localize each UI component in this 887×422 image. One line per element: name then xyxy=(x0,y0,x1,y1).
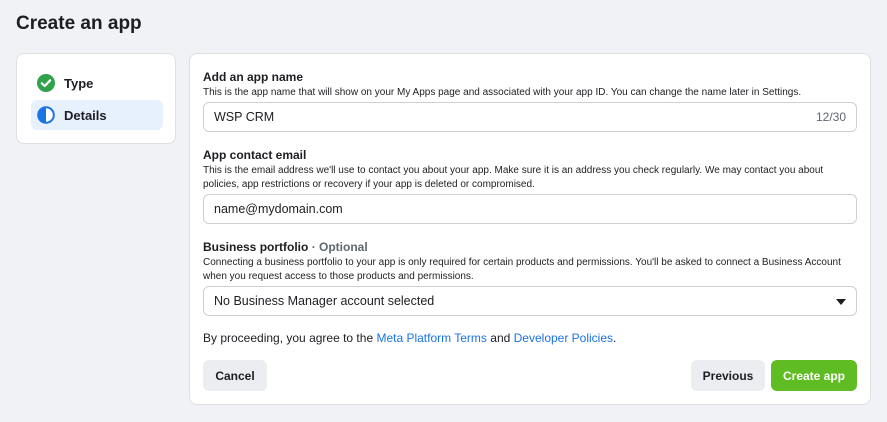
app-name-input[interactable] xyxy=(214,110,816,124)
agreement-prefix: By proceeding, you agree to the xyxy=(203,331,377,345)
create-app-button[interactable]: Create app xyxy=(771,360,857,391)
business-portfolio-value: No Business Manager account selected xyxy=(214,294,435,308)
step-details[interactable]: Details xyxy=(31,100,163,130)
agreement-suffix: . xyxy=(613,331,617,345)
business-portfolio-help: Connecting a business portfolio to your … xyxy=(203,257,841,282)
business-portfolio-label-text: Business portfolio xyxy=(203,240,309,254)
contact-email-label: App contact email xyxy=(203,148,307,162)
details-form: Add an app name This is the app name tha… xyxy=(189,53,871,405)
half-circle-icon xyxy=(37,106,55,124)
app-name-label: Add an app name xyxy=(203,70,304,84)
meta-platform-terms-link[interactable]: Meta Platform Terms xyxy=(376,331,486,345)
step-type-label: Type xyxy=(64,75,94,91)
agreement-middle: and xyxy=(486,331,514,345)
app-name-field[interactable]: 12/30 xyxy=(203,102,857,132)
page-title: Create an app xyxy=(16,13,142,34)
step-details-label: Details xyxy=(64,107,107,123)
app-name-help: This is the app name that will show on y… xyxy=(203,87,802,98)
developer-policies-link[interactable]: Developer Policies xyxy=(514,331,613,345)
business-portfolio-select[interactable]: No Business Manager account selected xyxy=(203,286,857,316)
previous-button[interactable]: Previous xyxy=(691,360,765,391)
contact-email-field[interactable] xyxy=(203,194,857,224)
optional-tag: · Optional xyxy=(311,240,368,254)
check-circle-icon xyxy=(37,74,55,92)
step-type[interactable]: Type xyxy=(31,68,163,98)
cancel-button[interactable]: Cancel xyxy=(203,360,267,391)
contact-email-input[interactable] xyxy=(214,202,846,216)
caret-down-icon xyxy=(836,294,846,308)
contact-email-help: This is the email address we'll use to c… xyxy=(203,165,824,190)
app-name-counter: 12/30 xyxy=(815,110,846,124)
business-portfolio-label: Business portfolio · Optional xyxy=(203,240,368,254)
agreement-text: By proceeding, you agree to the Meta Pla… xyxy=(203,331,616,345)
steps-sidebar: Type Details xyxy=(16,53,176,144)
